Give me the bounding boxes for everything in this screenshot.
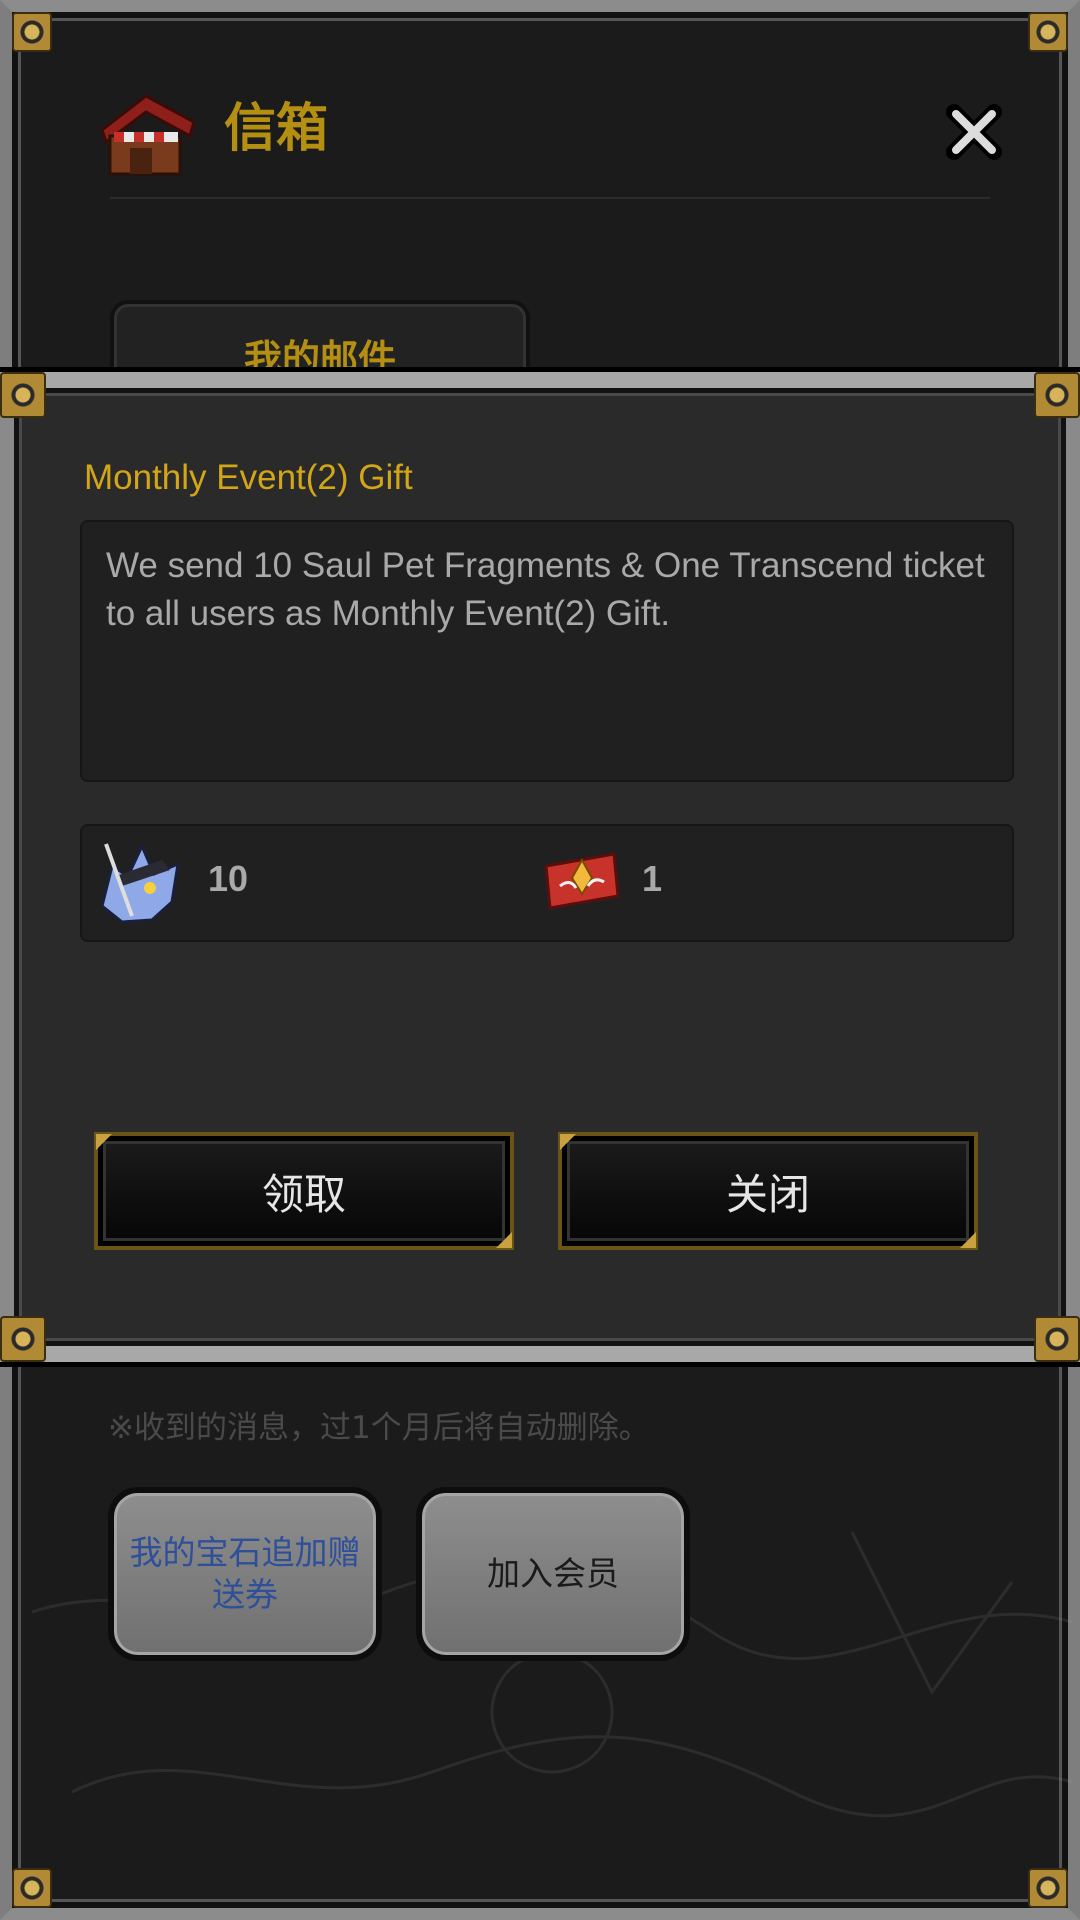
frame-corner — [1034, 1316, 1080, 1362]
join-member-button[interactable]: 加入会员 — [416, 1487, 690, 1661]
frame-corner — [1034, 372, 1080, 418]
mailbox-title: 信箱 — [224, 99, 329, 159]
message-body: We send 10 Saul Pet Fragments & One Tran… — [80, 520, 1014, 782]
frame-corner — [1028, 1868, 1068, 1908]
frame-corner — [12, 12, 52, 52]
message-text: We send 10 Saul Pet Fragments & One Tran… — [106, 546, 985, 633]
reward-list: 10 1 — [80, 824, 1014, 942]
frame-corner — [0, 1316, 46, 1362]
frame-corner — [12, 1868, 52, 1908]
reward-quantity: 10 — [208, 858, 249, 899]
gift-title: Monthly Event(2) Gift — [84, 458, 413, 497]
saul-pet-fragment-icon — [100, 842, 180, 924]
close-button[interactable]: 关闭 — [558, 1132, 978, 1250]
close-x-icon[interactable] — [944, 102, 1004, 162]
reward-quantity: 1 — [642, 858, 663, 899]
shop-house-icon — [100, 94, 196, 176]
claim-button[interactable]: 领取 — [94, 1132, 514, 1250]
gift-message-dialog: Monthly Event(2) Gift We send 10 Saul Pe… — [0, 372, 1080, 1362]
header-divider — [110, 197, 990, 199]
transcend-ticket-icon — [544, 852, 620, 910]
auto-delete-notice: ※收到的消息，过1个月后将自动删除。 — [108, 1410, 650, 1446]
frame-corner — [1028, 12, 1068, 52]
frame-corner — [0, 372, 46, 418]
gem-voucher-button[interactable]: 我的宝石追加赠送券 — [108, 1487, 382, 1661]
